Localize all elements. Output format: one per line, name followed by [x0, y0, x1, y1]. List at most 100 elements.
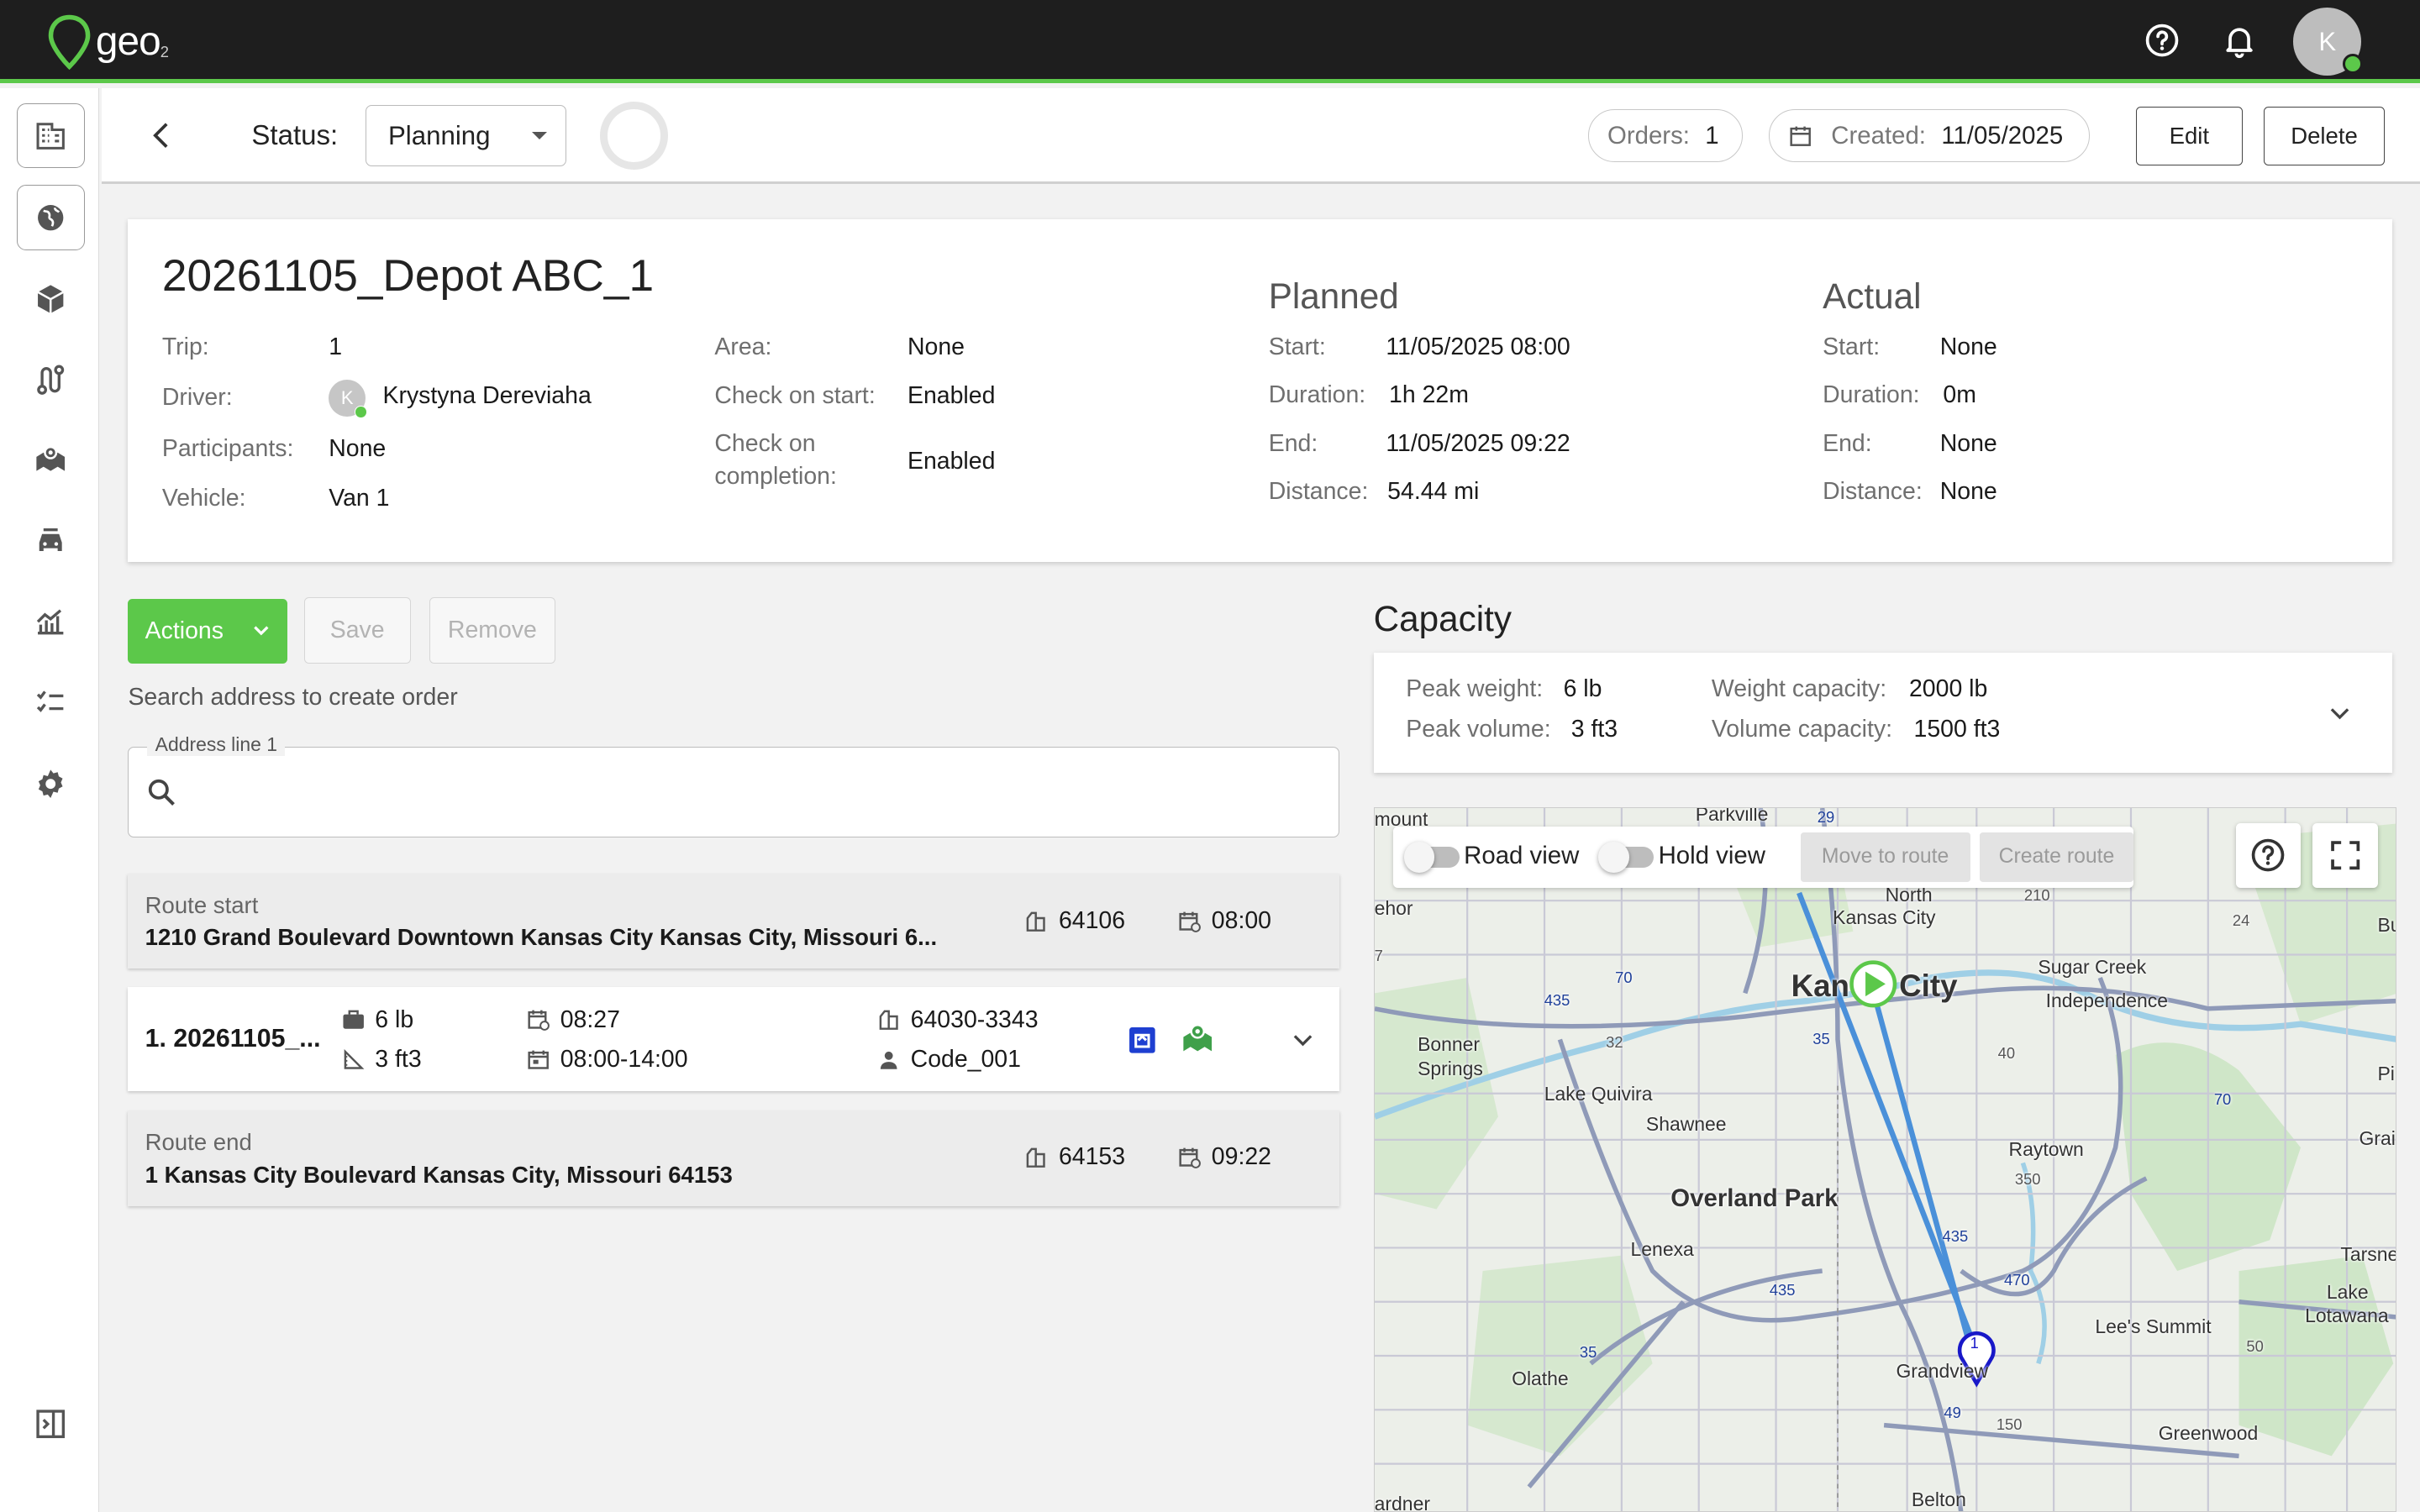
- capacity-card[interactable]: Peak weight: 6 lb Peak volume: 3 ft3 Wei…: [1373, 652, 2392, 774]
- route-end-row[interactable]: Route end 1 Kansas City Boulevard Kansas…: [128, 1110, 1340, 1207]
- sidebar: [0, 87, 99, 1512]
- map-label-kc-right: City: [1899, 968, 1958, 1003]
- shield-70b: 70: [2213, 1089, 2232, 1108]
- driver-label: Driver:: [161, 384, 233, 412]
- gear-icon: [39, 769, 63, 798]
- map-label-shawnee: Shawnee: [1645, 1113, 1727, 1136]
- sidebar-item-buildings[interactable]: [17, 103, 86, 169]
- address-field-label: Address line 1: [147, 733, 286, 757]
- peak-volume-label: Peak volume:: [1406, 716, 1551, 743]
- map-label-lees-summit: Lee's Summit: [2095, 1315, 2212, 1337]
- actions-button[interactable]: Actions: [128, 598, 287, 664]
- planned-distance-label: Distance:: [1268, 478, 1369, 506]
- briefcase-icon: [343, 1011, 364, 1030]
- peak-weight-value: 6 lb: [1563, 675, 1602, 703]
- help-circle-icon: [2251, 839, 2285, 872]
- edit-button[interactable]: Edit: [2135, 106, 2243, 165]
- stop-marker-label[interactable]: 1: [1970, 1334, 1979, 1352]
- actual-distance-value: None: [1939, 478, 1997, 506]
- sidebar-item-checklist[interactable]: [17, 669, 85, 734]
- map-label-tarsney: Tarsne: [2340, 1242, 2397, 1265]
- fullscreen-icon: [2330, 841, 2360, 870]
- area-label: Area:: [714, 333, 772, 360]
- map-label-ardner: ardner: [1374, 1493, 1430, 1512]
- created-label: Created:: [1831, 121, 1926, 150]
- map-label-ehor: ehor: [1374, 897, 1413, 920]
- check-on-completion-label-line1: Check on: [714, 430, 816, 458]
- stop-volume: 3 ft3: [375, 1046, 422, 1074]
- map-label-independence: Independence: [2045, 990, 2169, 1012]
- map-toolbar: Road view Hold view Move to route Create…: [1392, 826, 2134, 889]
- actual-end-value: None: [1939, 430, 1997, 458]
- sidebar-item-settings[interactable]: [17, 751, 85, 816]
- road-view-toggle[interactable]: [1403, 841, 1460, 873]
- capacity-title: Capacity: [1373, 598, 1512, 638]
- hold-view-toggle[interactable]: [1597, 841, 1655, 873]
- sidebar-collapse-button[interactable]: [17, 1392, 85, 1457]
- actual-end-label: End:: [1823, 430, 1872, 458]
- road-view-label[interactable]: Road view: [1464, 842, 1579, 870]
- sidebar-item-globe[interactable]: [17, 185, 86, 250]
- orders-value: 1: [1705, 121, 1719, 150]
- calendar-icon: [528, 1050, 550, 1069]
- orders-label: Orders:: [1607, 121, 1690, 150]
- shield-7: 7: [1374, 946, 1383, 964]
- peak-weight-label: Peak weight:: [1406, 675, 1544, 703]
- address-search-input[interactable]: [197, 765, 1308, 819]
- map-label-raytown: Raytown: [2008, 1137, 2084, 1160]
- status-dropdown[interactable]: Planning: [366, 104, 567, 167]
- bell-icon[interactable]: [2221, 22, 2258, 59]
- route-stop-row[interactable]: 1. 20261105_... 6 lb 3 ft3 08:27 08:00-1…: [128, 987, 1340, 1091]
- collapse-sidebar-icon: [36, 1410, 66, 1439]
- sidebar-item-packages[interactable]: [17, 267, 85, 332]
- shield-29: 29: [1817, 807, 1835, 826]
- remove-button[interactable]: Remove: [429, 596, 556, 664]
- top-bar: geo 2 K: [0, 0, 2420, 84]
- user-avatar[interactable]: K: [2293, 8, 2363, 76]
- online-status-dot: [2343, 54, 2363, 75]
- sidebar-item-routes[interactable]: [17, 347, 85, 412]
- user-initial: K: [2318, 26, 2337, 56]
- proof-of-delivery-icon[interactable]: [1127, 1025, 1158, 1056]
- person-icon: [881, 1052, 897, 1069]
- map-fullscreen-button[interactable]: [2312, 822, 2378, 889]
- address-search-field[interactable]: Address line 1: [128, 733, 1340, 838]
- arrow-left-icon[interactable]: [145, 118, 179, 152]
- sidebar-item-analytics[interactable]: [17, 590, 85, 654]
- orders-count-badge: Orders: 1: [1587, 109, 1743, 162]
- status-label: Status:: [251, 120, 339, 152]
- planned-duration-label: Duration:: [1268, 381, 1366, 408]
- create-route-button[interactable]: Create route: [1979, 832, 2134, 882]
- buildings-icon: [36, 123, 66, 150]
- route-map[interactable]: 1 Parkville North Kansas City Kan City S…: [1373, 806, 2397, 1512]
- search-icon: [148, 779, 175, 806]
- help-circle-icon[interactable]: [2144, 22, 2181, 59]
- delete-button[interactable]: Delete: [2264, 106, 2385, 165]
- map-label-grandview: Grandview: [1896, 1360, 1989, 1383]
- sidebar-item-map[interactable]: [17, 428, 85, 492]
- chart-icon: [37, 609, 64, 635]
- save-button[interactable]: Save: [303, 596, 411, 664]
- actual-duration-label: Duration:: [1823, 381, 1920, 408]
- route-start-address: 1210 Grand Boulevard Downtown Kansas Cit…: [145, 924, 938, 951]
- route-start-time: 08:00: [1211, 906, 1271, 934]
- map-location-icon[interactable]: [1181, 1021, 1214, 1055]
- planned-end-value: 11/05/2025 09:22: [1386, 430, 1570, 458]
- map-help-button[interactable]: [2235, 822, 2301, 889]
- app-logo[interactable]: geo 2: [46, 13, 169, 71]
- shield-435a: 435: [1544, 991, 1570, 1010]
- expand-chevron-icon[interactable]: [1289, 1026, 1317, 1053]
- weight-capacity-label: Weight capacity:: [1711, 675, 1887, 703]
- map-label-olathe: Olathe: [1512, 1368, 1569, 1390]
- shield-35b: 35: [1579, 1342, 1597, 1361]
- trip-details-card: 20261105_Depot ABC_1 Trip: 1 Driver: K K…: [128, 218, 2392, 562]
- move-to-route-button[interactable]: Move to route: [1800, 832, 1970, 882]
- hold-view-label[interactable]: Hold view: [1659, 842, 1765, 870]
- route-start-row[interactable]: Route start 1210 Grand Boulevard Downtow…: [128, 873, 1340, 969]
- shield-70a: 70: [1615, 968, 1633, 986]
- sidebar-item-vehicles[interactable]: [17, 509, 85, 574]
- package-icon: [37, 285, 65, 314]
- map-label-belton: Belton: [1911, 1488, 1966, 1510]
- chevron-down-icon[interactable]: [2326, 699, 2354, 727]
- driver-initial: K: [340, 386, 354, 408]
